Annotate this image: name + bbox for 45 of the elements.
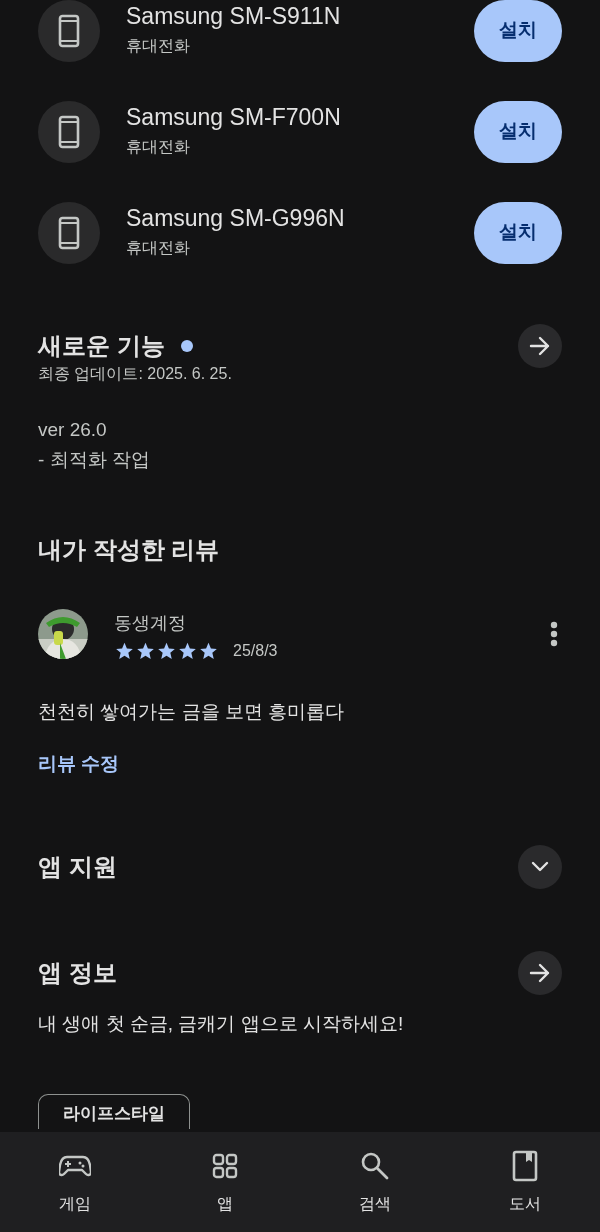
review-date: 25/8/3 [233,640,278,661]
install-button[interactable]: 설치 [474,201,562,264]
device-name: Samsung SM-G996N [126,204,346,233]
category-chip[interactable]: 라이프스타일 [38,1094,190,1130]
book-icon [512,1150,538,1182]
phone-icon [58,215,80,250]
nav-tab[interactable]: 검색 [300,1132,450,1232]
gamepad-icon [59,1154,91,1178]
device-name: Samsung SM-S911N [126,2,342,31]
phone-icon [58,114,80,149]
phone-icon [58,13,80,48]
install-button[interactable]: 설치 [474,0,562,62]
release-note-line: - 최적화 작업 [38,448,151,473]
arrow-right-icon [529,336,551,356]
search-icon [360,1151,390,1181]
star-icon [198,640,219,661]
section-title: 앱 정보 [38,957,117,988]
section-title: 새로운 기능 [38,331,165,361]
device-type: 휴대전화 [126,36,191,57]
device-name: Samsung SM-F700N [126,103,342,132]
nav-tab[interactable]: 도서 [450,1132,600,1232]
star-icon [156,640,177,661]
review-text: 천천히 쌓여가는 금을 보면 흥미롭다 [38,699,346,724]
open-details-button[interactable] [518,950,562,995]
chevron-down-icon [531,861,549,873]
app-description: 내 생애 첫 순금, 금캐기 앱으로 시작하세요! [38,1011,405,1036]
star-icon [135,640,156,661]
more-icon [550,621,558,648]
expand-button[interactable] [518,844,562,889]
device-type: 휴대전화 [126,238,191,259]
install-button[interactable]: 설치 [474,100,562,163]
section-title: 내가 작성한 리뷰 [38,534,221,565]
nav-tab[interactable]: 게임 [0,1132,150,1232]
update-date: 최종 업데이트: 2025. 6. 25. [38,364,233,384]
nav-tab[interactable]: 앱 [150,1132,300,1232]
arrow-right-icon [529,962,551,983]
device-type: 휴대전화 [126,137,191,158]
apps-grid-icon [212,1153,238,1179]
review-author: 동생계정 [114,611,187,635]
section-title: 앱 지원 [38,851,117,882]
edit-review-link[interactable]: 리뷰 수정 [38,750,120,779]
open-details-button[interactable] [518,324,562,368]
star-icon [114,640,135,661]
release-note-line: ver 26.0 [38,418,108,442]
star-icon [177,640,198,661]
